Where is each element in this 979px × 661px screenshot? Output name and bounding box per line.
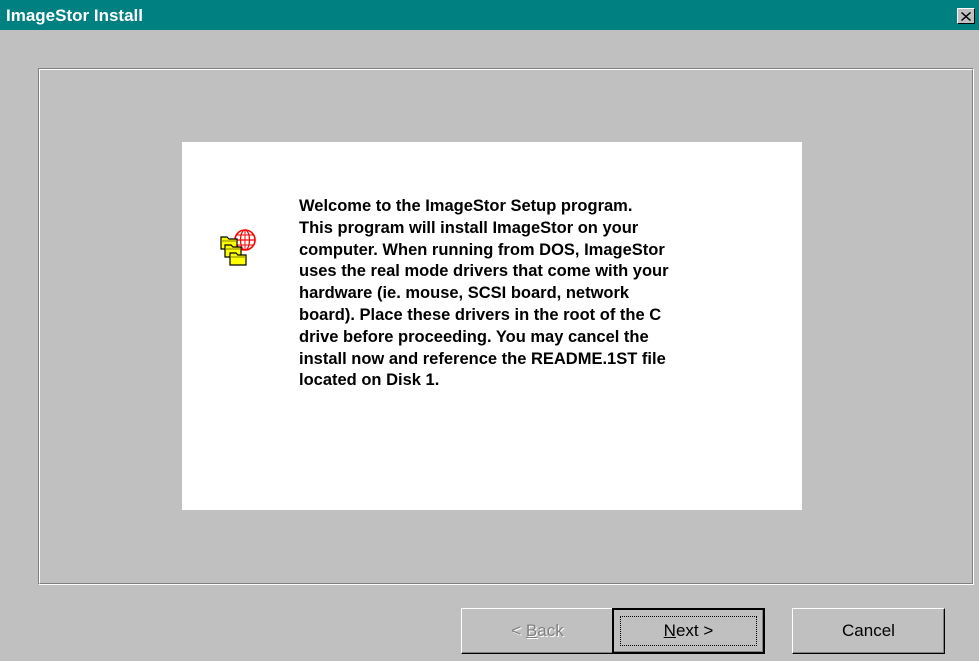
back-arrow: <: [511, 621, 522, 640]
close-icon: [961, 11, 971, 21]
cancel-button[interactable]: Cancel: [792, 608, 945, 654]
back-label-rest: ack: [537, 621, 564, 640]
close-button[interactable]: [957, 8, 975, 24]
back-button[interactable]: < Back: [461, 608, 614, 654]
back-mnemonic: B: [525, 621, 538, 640]
welcome-message: Welcome to the ImageStor Setup program. …: [299, 197, 669, 390]
focus-rectangle: [620, 616, 757, 646]
dialog-client-area: Welcome to the ImageStor Setup program. …: [0, 30, 979, 661]
next-button[interactable]: Next >: [612, 608, 765, 654]
imagestor-setup-icon: [220, 229, 256, 266]
cancel-label: Cancel: [842, 621, 895, 640]
title-bar[interactable]: ImageStor Install: [0, 0, 979, 30]
window-title: ImageStor Install: [6, 6, 143, 25]
welcome-panel: Welcome to the ImageStor Setup program. …: [182, 142, 802, 510]
